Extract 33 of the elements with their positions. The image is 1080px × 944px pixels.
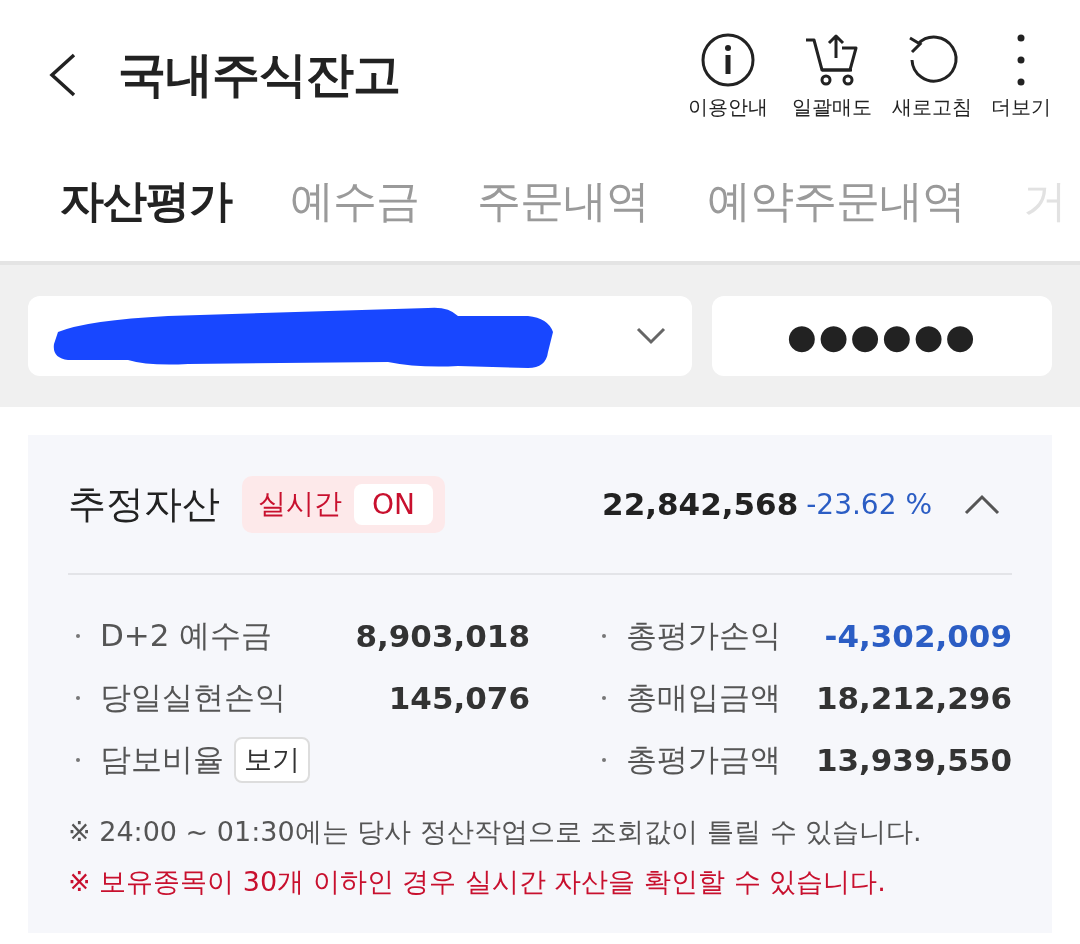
field-label: 당일실현손익 [100, 678, 286, 717]
amount-value: 18,212,296 [815, 680, 1012, 716]
password-field[interactable]: ●●●●●● [712, 296, 1052, 376]
bullet-icon [602, 696, 606, 700]
bullet-icon [76, 696, 80, 700]
amount-value: 145,076 [388, 680, 530, 716]
bullet-icon [76, 634, 80, 638]
notice-text: ※ 24:00 ~ 01:30에는 당사 정산작업으로 조회값이 틀릴 수 있습니다. [68, 815, 923, 849]
field-label: 총매입금액 [626, 678, 781, 717]
account-select[interactable] [28, 296, 692, 376]
toolbar-action[interactable]: 일괄매도 [788, 29, 876, 121]
view-button[interactable]: 보기 [234, 737, 310, 783]
amount-value: 8,903,018 [355, 618, 530, 654]
field-label: 총평가손익 [626, 616, 781, 655]
notice-text: ※ 보유종목이 30개 이하인 경우 실시간 자산을 확인할 수 있습니다. [68, 865, 887, 899]
field-label: D+2 예수금 [100, 616, 273, 655]
amount-value: 13,939,550 [815, 742, 1012, 778]
realtime-toggle[interactable]: 실시간 ON [242, 475, 445, 533]
toolbar-action[interactable]: 이용안내 [680, 29, 776, 121]
bullet-icon [602, 758, 606, 762]
toolbar-action[interactable]: 새로고침 [888, 29, 976, 121]
chevron-down-icon [636, 327, 666, 345]
more-icon [1017, 33, 1025, 86]
total-amount: 22,842,568 [602, 486, 799, 522]
bullet-icon [602, 634, 606, 638]
bullet-icon [76, 758, 80, 762]
change-rate: -23.62 % [806, 487, 932, 521]
field-label: 총평가금액 [626, 740, 781, 779]
page-title: 국내주식잔고 [118, 45, 401, 104]
section-title: 추정자산 [68, 480, 220, 528]
amount-value: -4,302,009 [824, 618, 1012, 654]
toolbar-action[interactable]: 더보기 [988, 29, 1054, 121]
field-label: 담보비율 [100, 740, 224, 779]
